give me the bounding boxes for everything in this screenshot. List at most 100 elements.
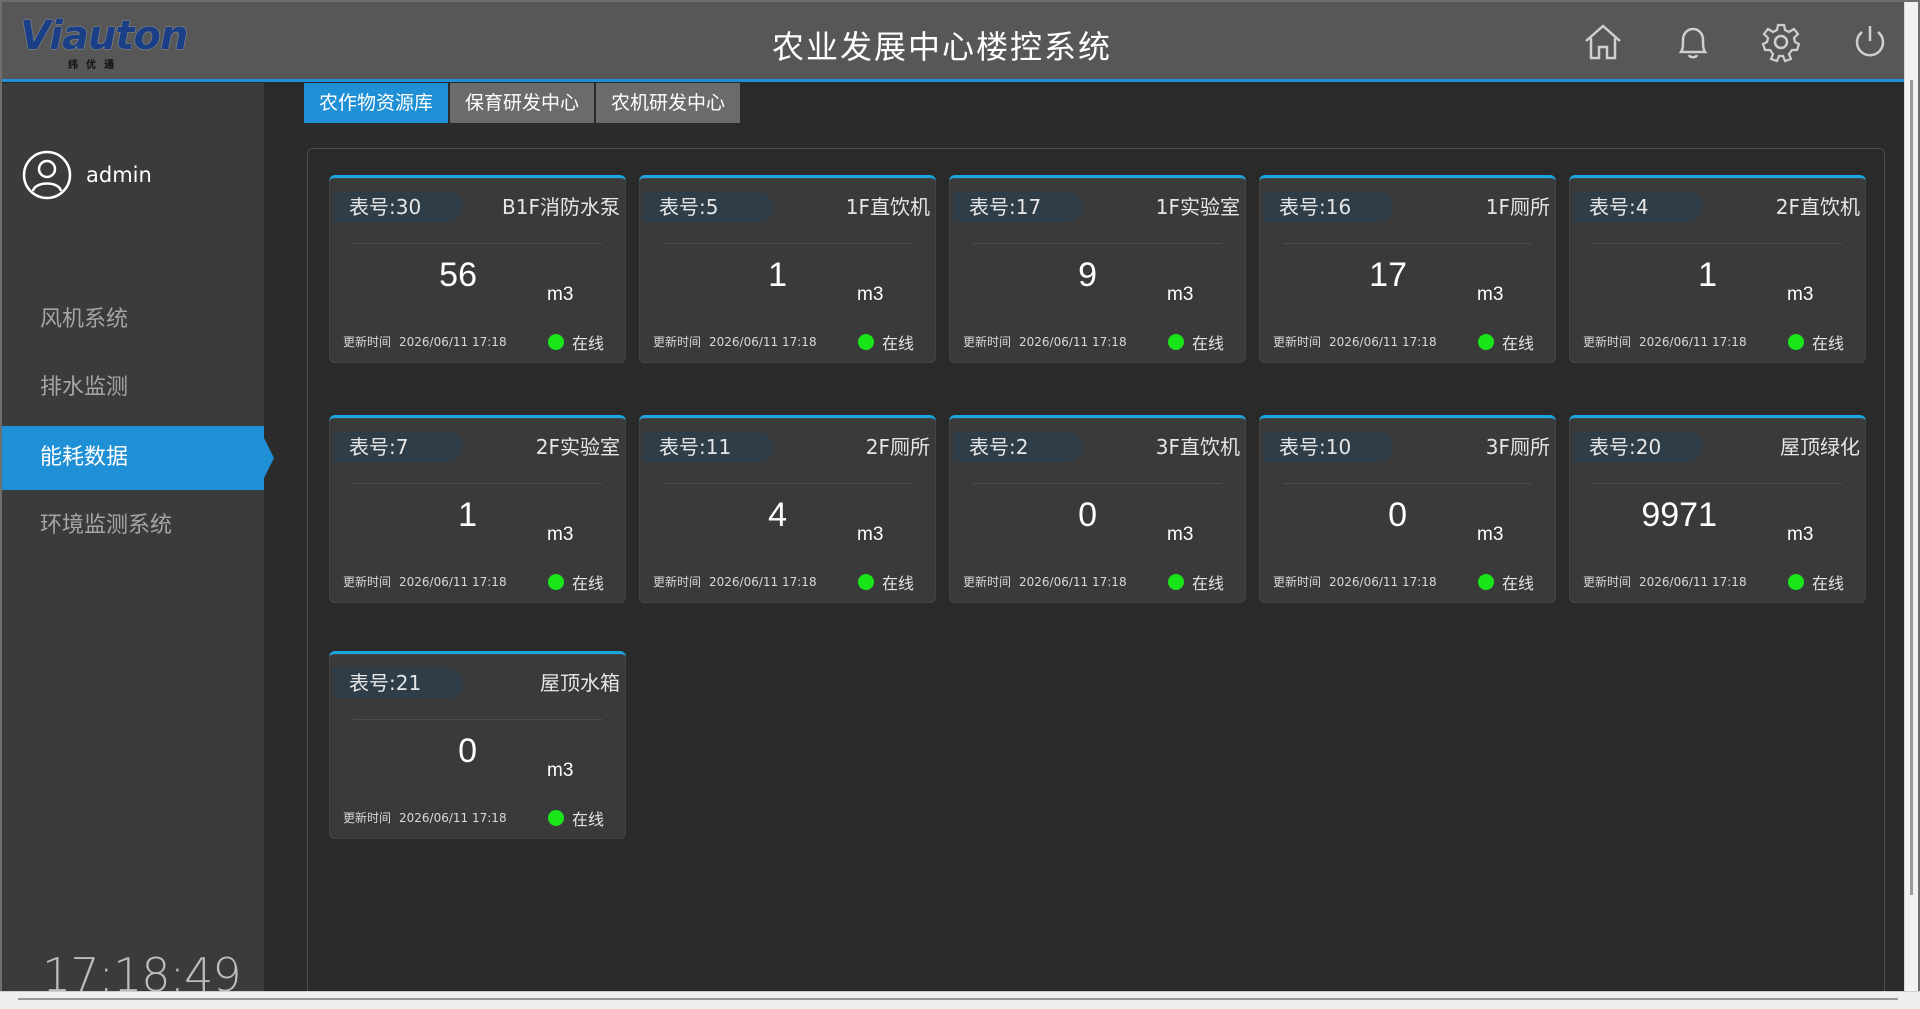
power-icon[interactable] bbox=[1847, 19, 1893, 65]
update-info: 更新时间 2026/06/11 17:18 bbox=[343, 573, 507, 590]
meter-unit: m3 bbox=[547, 760, 574, 781]
tab-breeding-center[interactable]: 保育研发中心 bbox=[450, 83, 595, 123]
tab-machinery-center[interactable]: 农机研发中心 bbox=[596, 83, 741, 123]
meter-value: 1 bbox=[1698, 256, 1717, 294]
update-time: 2026/06/11 17:18 bbox=[1019, 335, 1127, 349]
meter-card[interactable]: 表号:7 2F实验室 1 m3 更新时间 2026/06/11 17:18 在线 bbox=[329, 415, 626, 603]
meter-value: 0 bbox=[1388, 496, 1407, 534]
online-dot-icon bbox=[1788, 334, 1804, 350]
divider bbox=[353, 483, 602, 484]
status-badge: 在线 bbox=[1788, 570, 1844, 594]
online-dot-icon bbox=[1168, 334, 1184, 350]
meter-unit: m3 bbox=[1167, 524, 1194, 545]
meter-number: 表号:20 bbox=[1573, 432, 1703, 462]
user-avatar-icon bbox=[22, 150, 72, 200]
app-window: Viauton 纬优通 农业发展中心楼控系统 admin 风机系统 排水监测 能… bbox=[0, 0, 1920, 1009]
meter-number: 表号:10 bbox=[1263, 432, 1393, 462]
meter-unit: m3 bbox=[547, 284, 574, 305]
status-badge: 在线 bbox=[1168, 570, 1224, 594]
meter-card[interactable]: 表号:16 1F厕所 17 m3 更新时间 2026/06/11 17:18 在线 bbox=[1259, 175, 1556, 363]
status-badge: 在线 bbox=[858, 330, 914, 354]
status-text: 在线 bbox=[1812, 574, 1845, 593]
meter-location: 2F厕所 bbox=[865, 435, 930, 459]
divider bbox=[1593, 483, 1842, 484]
sidebar: admin 风机系统 排水监测 能耗数据 环境监测系统 17:18:49 bbox=[2, 83, 274, 1002]
meter-location: 1F实验室 bbox=[1155, 195, 1240, 219]
meter-number: 表号:2 bbox=[953, 432, 1083, 462]
meter-unit: m3 bbox=[1167, 284, 1194, 305]
meter-card[interactable]: 表号:11 2F厕所 4 m3 更新时间 2026/06/11 17:18 在线 bbox=[639, 415, 936, 603]
sidebar-item-fan-system[interactable]: 风机系统 bbox=[2, 288, 264, 352]
horizontal-scrollbar[interactable] bbox=[0, 991, 1920, 1009]
meter-location: 1F直饮机 bbox=[845, 195, 930, 219]
meter-value: 1 bbox=[458, 496, 477, 534]
update-label: 更新时间 bbox=[653, 335, 702, 349]
meter-card[interactable]: 表号:2 3F直饮机 0 m3 更新时间 2026/06/11 17:18 在线 bbox=[949, 415, 1246, 603]
home-icon[interactable] bbox=[1580, 19, 1626, 65]
online-dot-icon bbox=[1788, 574, 1804, 590]
meter-card[interactable]: 表号:21 屋顶水箱 0 m3 更新时间 2026/06/11 17:18 在线 bbox=[329, 651, 626, 839]
update-label: 更新时间 bbox=[343, 811, 392, 825]
update-info: 更新时间 2026/06/11 17:18 bbox=[1583, 573, 1747, 590]
sidebar-item-drainage[interactable]: 排水监测 bbox=[2, 356, 264, 420]
status-text: 在线 bbox=[1192, 334, 1225, 353]
user-info[interactable]: admin bbox=[22, 148, 152, 202]
meter-value: 56 bbox=[439, 256, 477, 294]
divider bbox=[973, 483, 1222, 484]
update-info: 更新时间 2026/06/11 17:18 bbox=[1273, 333, 1437, 350]
meter-value: 1 bbox=[768, 256, 787, 294]
meter-unit: m3 bbox=[1477, 284, 1504, 305]
update-label: 更新时间 bbox=[1583, 335, 1632, 349]
update-info: 更新时间 2026/06/11 17:18 bbox=[963, 573, 1127, 590]
status-text: 在线 bbox=[882, 574, 915, 593]
vertical-scrollbar[interactable] bbox=[1904, 2, 1918, 993]
meter-number: 表号:16 bbox=[1263, 192, 1393, 222]
status-text: 在线 bbox=[572, 334, 605, 353]
status-text: 在线 bbox=[1192, 574, 1225, 593]
meter-card[interactable]: 表号:17 1F实验室 9 m3 更新时间 2026/06/11 17:18 在线 bbox=[949, 175, 1246, 363]
meter-number: 表号:5 bbox=[643, 192, 773, 222]
status-badge: 在线 bbox=[1168, 330, 1224, 354]
gear-icon[interactable] bbox=[1758, 19, 1804, 65]
update-info: 更新时间 2026/06/11 17:18 bbox=[1583, 333, 1747, 350]
update-time: 2026/06/11 17:18 bbox=[1329, 575, 1437, 589]
update-info: 更新时间 2026/06/11 17:18 bbox=[343, 809, 507, 826]
online-dot-icon bbox=[548, 810, 564, 826]
online-dot-icon bbox=[548, 334, 564, 350]
sidebar-item-environment[interactable]: 环境监测系统 bbox=[2, 494, 264, 558]
meter-value: 0 bbox=[458, 732, 477, 770]
divider bbox=[663, 483, 912, 484]
meter-card[interactable]: 表号:5 1F直饮机 1 m3 更新时间 2026/06/11 17:18 在线 bbox=[639, 175, 936, 363]
update-time: 2026/06/11 17:18 bbox=[709, 575, 817, 589]
meter-unit: m3 bbox=[1787, 284, 1814, 305]
meter-unit: m3 bbox=[547, 524, 574, 545]
meter-number: 表号:21 bbox=[333, 668, 463, 698]
status-badge: 在线 bbox=[858, 570, 914, 594]
update-time: 2026/06/11 17:18 bbox=[1019, 575, 1127, 589]
meter-card[interactable]: 表号:20 屋顶绿化 9971 m3 更新时间 2026/06/11 17:18 在线 bbox=[1569, 415, 1866, 603]
online-dot-icon bbox=[858, 334, 874, 350]
sidebar-item-energy-data[interactable]: 能耗数据 bbox=[2, 426, 274, 490]
meter-card[interactable]: 表号:10 3F厕所 0 m3 更新时间 2026/06/11 17:18 在线 bbox=[1259, 415, 1556, 603]
bell-icon[interactable] bbox=[1670, 19, 1716, 65]
meter-card[interactable]: 表号:30 B1F消防水泵 56 m3 更新时间 2026/06/11 17:18 在线 bbox=[329, 175, 626, 363]
meter-number: 表号:30 bbox=[333, 192, 463, 222]
update-label: 更新时间 bbox=[1273, 575, 1322, 589]
divider bbox=[353, 719, 602, 720]
header-bar: Viauton 纬优通 农业发展中心楼控系统 bbox=[2, 2, 1907, 82]
meter-value: 9 bbox=[1078, 256, 1097, 294]
divider bbox=[1283, 483, 1532, 484]
meter-card[interactable]: 表号:4 2F直饮机 1 m3 更新时间 2026/06/11 17:18 在线 bbox=[1569, 175, 1866, 363]
divider bbox=[1283, 243, 1532, 244]
update-label: 更新时间 bbox=[343, 575, 392, 589]
status-badge: 在线 bbox=[1478, 330, 1534, 354]
meter-unit: m3 bbox=[857, 524, 884, 545]
meter-number: 表号:11 bbox=[643, 432, 773, 462]
divider bbox=[353, 243, 602, 244]
tab-crop-resources[interactable]: 农作物资源库 bbox=[304, 83, 449, 123]
online-dot-icon bbox=[1478, 334, 1494, 350]
user-name: admin bbox=[86, 163, 152, 187]
status-badge: 在线 bbox=[548, 330, 604, 354]
status-badge: 在线 bbox=[548, 570, 604, 594]
meter-value: 17 bbox=[1369, 256, 1407, 294]
